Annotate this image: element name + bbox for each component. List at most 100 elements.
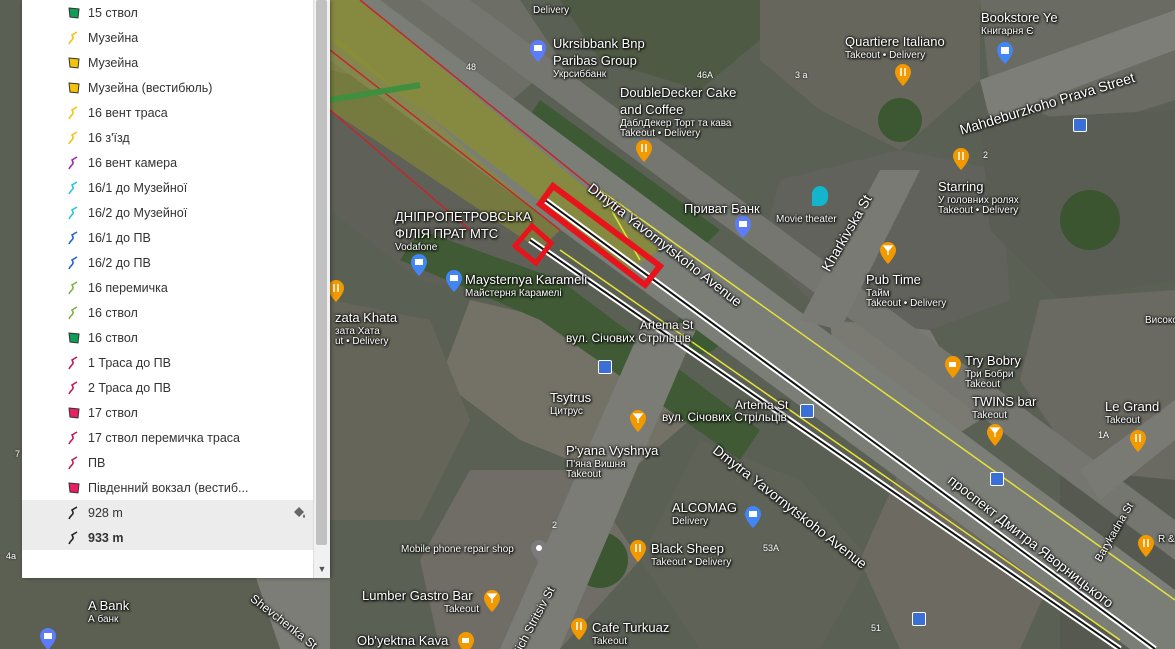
scrollbar-thumb[interactable] — [316, 0, 327, 545]
bus-stop-icon[interactable] — [990, 472, 1004, 486]
place-obyektna[interactable]: Ob'yektna Kava — [357, 633, 448, 649]
restaurant-pin-icon[interactable] — [328, 280, 344, 302]
place-twins[interactable]: TWINS bar Takeout — [972, 394, 1036, 421]
place-pyana-vyshnya[interactable]: P'yana Vyshnya П'яна Вишня Takeout — [566, 443, 658, 481]
layer-label: 15 ствол — [88, 5, 138, 20]
layer-item[interactable]: 17 ствол — [22, 400, 314, 425]
layer-item[interactable]: ПВ — [22, 450, 314, 475]
cafe-pin-icon[interactable] — [458, 632, 474, 649]
layer-item[interactable]: 17 ствол перемичка траса — [22, 425, 314, 450]
place-mobile-repair[interactable]: Mobile phone repair shop — [401, 544, 514, 556]
house-number: 51 — [871, 623, 882, 633]
house-number: 48 — [466, 62, 477, 72]
layer-item[interactable]: 16 вент траса — [22, 100, 314, 125]
place-try-bobry[interactable]: Try Bobry Три Бобри Takeout — [965, 353, 1021, 391]
restaurant-pin-icon[interactable] — [571, 618, 587, 640]
layer-label: 16 з'їзд — [88, 130, 130, 145]
paint-bucket-icon[interactable] — [292, 505, 306, 519]
place-quartiere[interactable]: Quartiere Italiano Takeout • Delivery — [845, 34, 945, 61]
bar-pin-icon[interactable] — [880, 242, 896, 264]
restaurant-pin-icon[interactable] — [630, 540, 646, 562]
restaurant-pin-icon[interactable] — [1138, 535, 1154, 557]
bookstore-pin-icon[interactable] — [997, 42, 1013, 64]
place-movie-theater[interactable]: Movie theater — [776, 214, 837, 226]
layer-item[interactable]: Південний вокзал (вестиб... — [22, 475, 314, 500]
restaurant-pin-icon[interactable] — [953, 148, 969, 170]
bar-pin-icon[interactable] — [484, 590, 500, 612]
layer-label: 16/1 до ПВ — [88, 230, 151, 245]
place-a-bank[interactable]: A Bank А банк — [88, 598, 129, 625]
place-pin-icon[interactable] — [531, 540, 547, 562]
line-icon — [68, 456, 78, 470]
place-cafe-turkuaz[interactable]: Cafe Turkuaz Takeout — [592, 620, 669, 647]
line-icon — [68, 281, 78, 295]
street-label-artema-1: Artema St — [640, 318, 694, 332]
bus-stop-icon[interactable] — [598, 360, 612, 374]
layer-item[interactable]: 16 перемичка — [22, 275, 314, 300]
scroll-down-icon[interactable]: ▼ — [317, 564, 327, 574]
bank-pin-icon[interactable] — [40, 628, 56, 649]
place-pub-time[interactable]: Pub Time Тайм Takeout • Delivery — [866, 272, 946, 310]
place-starring[interactable]: Starring У головних ролях Takeout • Delive… — [938, 179, 1019, 217]
layer-item[interactable]: Музейна — [22, 25, 314, 50]
bus-stop-icon[interactable] — [1073, 118, 1087, 132]
place-tsytrus[interactable]: Tsytrus Цитрус — [550, 390, 591, 417]
line-icon — [68, 206, 78, 220]
layer-label: 16 вент камера — [88, 155, 178, 170]
layer-item[interactable]: 2 Траса до ПВ — [22, 375, 314, 400]
layer-item[interactable]: 16/2 до ПВ — [22, 250, 314, 275]
layer-label: 17 ствол — [88, 405, 138, 420]
layer-label: 933 m — [88, 530, 124, 545]
place-rg[interactable]: R & G — [1158, 534, 1175, 546]
bank-pin-icon[interactable] — [735, 216, 751, 238]
bank-pin-icon[interactable] — [530, 40, 546, 62]
layer-item[interactable]: 928 m — [22, 500, 314, 525]
restaurant-pin-icon[interactable] — [895, 64, 911, 86]
layer-item[interactable]: 16 ствол — [22, 300, 314, 325]
restaurant-pin-icon[interactable] — [1130, 430, 1146, 452]
shop-pin-icon[interactable] — [411, 254, 427, 276]
place-ukrsibbank[interactable]: Ukrsibbank Bnp Paribas Group Укрсиббанк — [553, 36, 673, 80]
movie-theater-pin-icon[interactable] — [812, 186, 828, 206]
layers-list[interactable]: 15 ствол Музейна Музейна Музейна (вестибюль… — [22, 0, 314, 578]
layer-item[interactable]: 933 m — [22, 525, 314, 550]
layer-item[interactable]: 16/2 до Музейної — [22, 200, 314, 225]
restaurant-pin-icon[interactable] — [636, 140, 652, 162]
place-lumber[interactable]: Lumber Gastro Bar Takeout — [362, 588, 479, 615]
place-le-grand[interactable]: Le Grand Takeout — [1105, 399, 1159, 426]
layer-label: 928 m — [88, 505, 123, 520]
layer-item[interactable]: 16/1 до ПВ — [22, 225, 314, 250]
layer-item[interactable]: 16 вент камера — [22, 150, 314, 175]
street-label-sichovykh-2: вул. Січових Стрільців — [662, 410, 787, 424]
layer-label: 2 Траса до ПВ — [88, 380, 171, 395]
house-number: 2 — [552, 520, 558, 530]
shop-pin-icon[interactable] — [446, 270, 462, 292]
line-icon — [68, 256, 78, 270]
place-maysternya[interactable]: Maysternya Karameli Майстерня Карамелі — [465, 272, 587, 299]
line-icon — [68, 231, 78, 245]
place-vysoko[interactable]: Високо — [1145, 315, 1175, 327]
bar-pin-icon[interactable] — [987, 424, 1003, 446]
layer-item[interactable]: 1 Траса до ПВ — [22, 350, 314, 375]
layer-item[interactable]: 16 з'їзд — [22, 125, 314, 150]
house-number: 53A — [763, 543, 780, 553]
layer-item[interactable]: 16 ствол — [22, 325, 314, 350]
bus-stop-icon[interactable] — [800, 404, 814, 418]
cafe-pin-icon[interactable] — [945, 356, 961, 378]
layer-item[interactable]: 16/1 до Музейної — [22, 175, 314, 200]
layer-item[interactable]: Музейна — [22, 50, 314, 75]
scrollbar[interactable]: ▼ — [313, 0, 330, 578]
place-bookstore[interactable]: Bookstore Ye Книгарня Є — [981, 10, 1058, 37]
bus-stop-icon[interactable] — [912, 612, 926, 626]
place-delivery-top[interactable]: Delivery — [533, 5, 569, 17]
place-khata[interactable]: zata Khata зата Хата ut • Delivery — [335, 310, 397, 348]
layers-panel[interactable]: 15 ствол Музейна Музейна Музейна (вестибюль… — [22, 0, 330, 578]
layer-item[interactable]: 15 ствол — [22, 0, 314, 25]
bar-pin-icon[interactable] — [630, 410, 646, 432]
place-alcomag[interactable]: ALCOMAG Delivery — [672, 500, 737, 527]
place-black-sheep[interactable]: Black Sheep Takeout • Delivery — [651, 541, 731, 568]
place-dnipro-mts[interactable]: ДНІПРОПЕТРОВСЬКА ФІЛІЯ ПРАТ МТС Vodafone — [395, 209, 535, 253]
shop-pin-icon[interactable] — [745, 506, 761, 528]
layer-item[interactable]: Музейна (вестибюль) — [22, 75, 314, 100]
place-doubledecker[interactable]: DoubleDecker Cake and Coffee ДаблДекер То… — [620, 85, 740, 140]
